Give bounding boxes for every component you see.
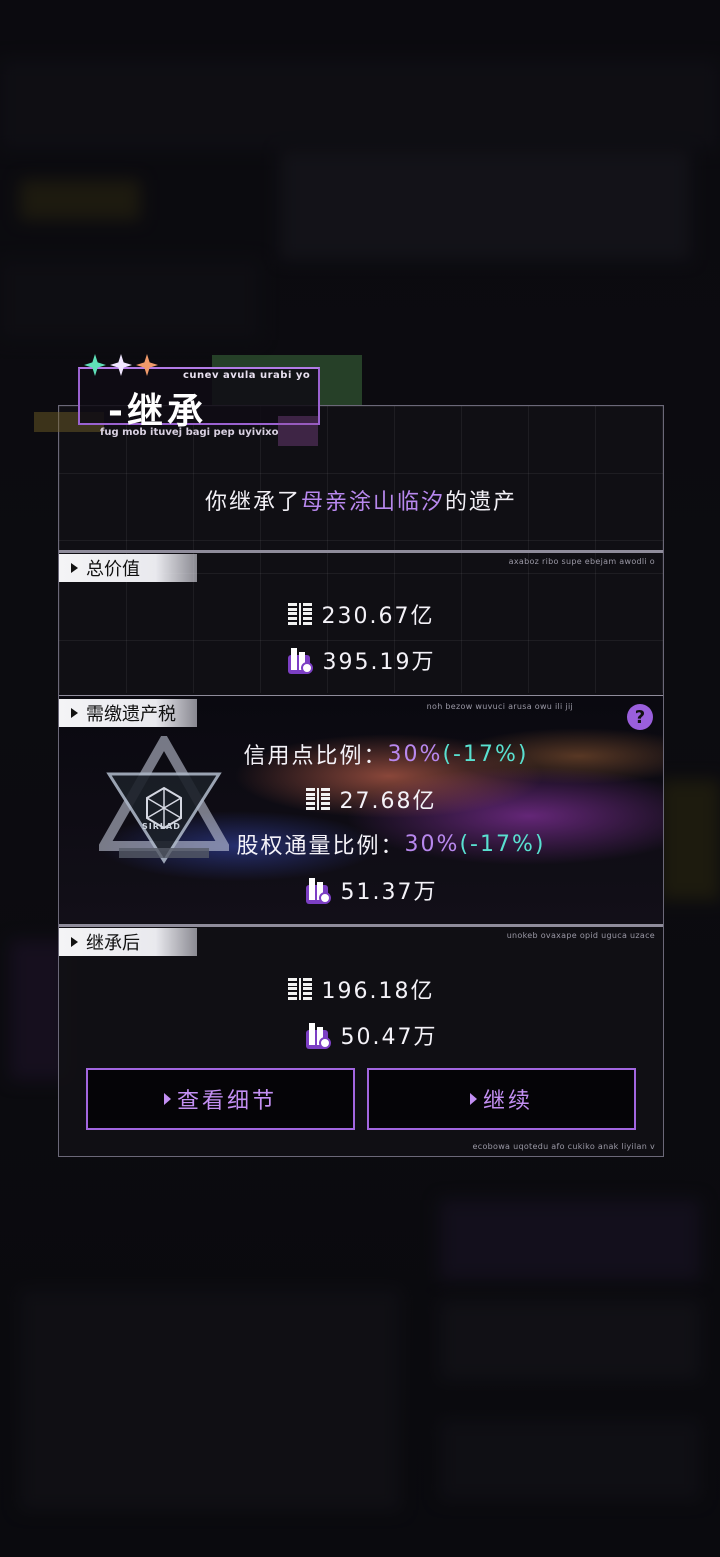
equity-ratio-change: (-17%) bbox=[459, 831, 546, 857]
intro-highlight-name: 母亲涂山临汐 bbox=[300, 490, 445, 515]
caret-right-icon bbox=[71, 708, 78, 718]
equity-share-icon bbox=[287, 645, 315, 675]
inheritance-panel: 你继承了母亲涂山临汐的遗产 总价值 axaboz ribo supe ebeja… bbox=[58, 405, 664, 1157]
star-icon bbox=[84, 354, 106, 376]
total-coins-row: 230.67亿 bbox=[59, 598, 663, 630]
credit-ratio-row: 信用点比例： 30% (-17%) bbox=[59, 738, 663, 770]
continue-label: 继续 bbox=[482, 1089, 533, 1114]
inheritance-intro: 你继承了母亲涂山临汐的遗产 bbox=[59, 484, 663, 516]
total-coins-value: 230.67亿 bbox=[321, 604, 435, 629]
after-shares-value: 50.47万 bbox=[340, 1025, 438, 1050]
help-icon[interactable]: ? bbox=[627, 704, 653, 730]
equity-share-icon bbox=[305, 1020, 333, 1050]
section-note: unokeb ovaxape opid uguca uzace bbox=[506, 931, 655, 940]
section-tag-tax: 需缴遗产税 bbox=[59, 699, 197, 727]
section-note: noh bezow wuvuci arusa owu ili jij bbox=[426, 702, 573, 711]
after-shares-row: 50.47万 bbox=[59, 1019, 663, 1051]
total-shares-row: 395.19万 bbox=[59, 644, 663, 676]
caret-right-icon bbox=[163, 1093, 171, 1105]
equity-ratio-label: 股权通量比例： bbox=[236, 834, 405, 859]
credit-coin-icon bbox=[287, 978, 312, 1000]
section-tag-total-value: 总价值 bbox=[59, 554, 197, 582]
view-details-button[interactable]: 查看细节 bbox=[86, 1068, 355, 1130]
equity-ratio-value: 30% bbox=[404, 831, 460, 857]
section-label: 需缴遗产税 bbox=[86, 704, 176, 725]
credit-coin-icon bbox=[305, 788, 330, 810]
caret-right-icon bbox=[469, 1093, 477, 1105]
decorative-block bbox=[278, 416, 318, 446]
section-tag-after: 继承后 bbox=[59, 928, 197, 956]
star-icon bbox=[110, 354, 132, 376]
credit-ratio-label: 信用点比例： bbox=[243, 744, 388, 769]
continue-button[interactable]: 继续 bbox=[367, 1068, 636, 1130]
total-shares-value: 395.19万 bbox=[322, 650, 436, 675]
section-note: axaboz ribo supe ebejam awodli o bbox=[508, 557, 655, 566]
intro-prefix: 你继承了 bbox=[204, 490, 301, 515]
caret-right-icon bbox=[71, 563, 78, 573]
tax-coins-value: 27.68亿 bbox=[339, 789, 437, 814]
credit-coin-icon bbox=[287, 603, 312, 625]
credit-ratio-value: 30% bbox=[387, 741, 443, 767]
divider bbox=[59, 924, 663, 927]
title-stars bbox=[84, 354, 158, 376]
tax-shares-row: 51.37万 bbox=[59, 874, 663, 906]
intro-suffix: 的遗产 bbox=[445, 490, 518, 515]
title-subtext: cunev avula urabi yo bbox=[183, 370, 311, 381]
tax-shares-value: 51.37万 bbox=[340, 880, 438, 905]
equity-ratio-row: 股权通量比例： 30% (-17%) bbox=[59, 828, 663, 860]
view-details-label: 查看细节 bbox=[176, 1089, 277, 1114]
credit-ratio-change: (-17%) bbox=[442, 741, 529, 767]
after-coins-row: 196.18亿 bbox=[59, 973, 663, 1005]
star-icon bbox=[136, 354, 158, 376]
tax-coins-row: 27.68亿 bbox=[59, 783, 663, 815]
title-undertext: fug mob ituvej bagi pep uyivixo bbox=[100, 427, 279, 438]
equity-share-icon bbox=[305, 875, 333, 905]
section-label: 总价值 bbox=[86, 559, 140, 580]
footer-note: ecobowa uqotedu afo cukiko anak liyilan … bbox=[472, 1142, 655, 1151]
after-coins-value: 196.18亿 bbox=[321, 979, 435, 1004]
caret-right-icon bbox=[71, 937, 78, 947]
section-label: 继承后 bbox=[86, 933, 140, 954]
